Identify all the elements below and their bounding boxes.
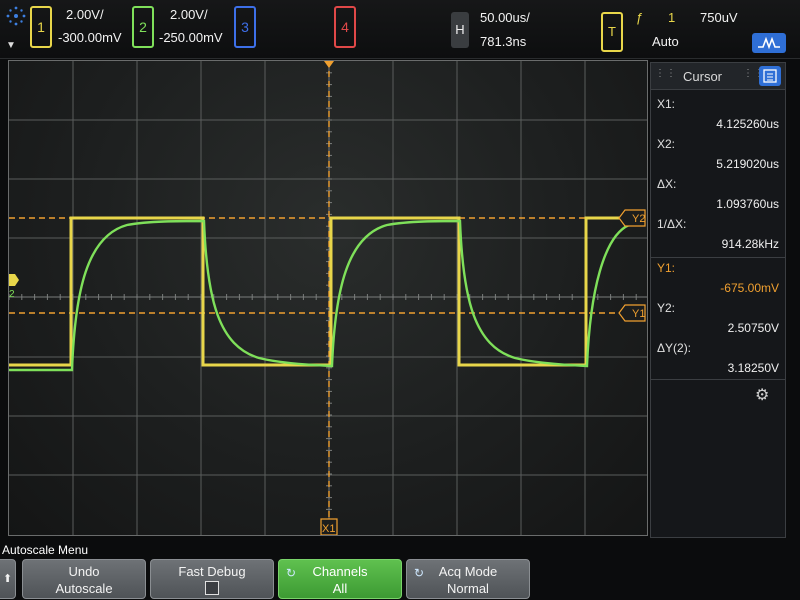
back-button[interactable]: ⬆: [0, 559, 16, 599]
softkey-label: Channels: [312, 564, 368, 579]
cursor-x2-label: X2:: [657, 137, 676, 151]
agilent-logo-icon: [6, 6, 26, 26]
fast-debug-checkbox[interactable]: [205, 581, 219, 595]
cursor-panel-header: ⋮⋮ Cursor ⋮⋮: [651, 63, 785, 90]
cursor-panel-title: Cursor: [683, 69, 723, 84]
cursor-inverse-delta-x-label: 1/ΔX:: [657, 217, 687, 231]
status-bar: ▼ 1 2.00V/ -300.00mV 2 2.00V/ -250.00mV …: [0, 0, 800, 59]
ch2-scale: 2.00V/: [170, 7, 208, 22]
cursor-y2-label: Y2:: [657, 301, 676, 315]
cursor-inverse-delta-x-value: 914.28kHz: [721, 237, 779, 251]
softkey-label: All: [332, 581, 348, 596]
svg-text:X1: X1: [322, 523, 335, 535]
svg-text:2: 2: [9, 289, 15, 300]
ch1-scale: 2.00V/: [66, 7, 104, 22]
cursor-y1-label: Y1:: [657, 261, 676, 275]
ch2-ground-marker[interactable]: 2: [9, 289, 15, 300]
cursor-x1-label: X1:: [657, 97, 676, 111]
trigger-level: 750uV: [700, 10, 738, 25]
ch1-offset: -300.00mV: [58, 30, 122, 45]
cursor-y1-flag[interactable]: Y1: [618, 304, 646, 322]
horizontal-button[interactable]: H: [451, 12, 469, 48]
softkey-label: Acq Mode: [438, 564, 498, 579]
timebase-value: 50.00us/: [480, 10, 530, 25]
cursor-x1-value: 4.125260us: [716, 117, 779, 131]
softkey-menu-title: Autoscale Menu: [2, 543, 89, 557]
trigger-waveform-icon[interactable]: [752, 33, 786, 53]
channel-2-trace: [9, 219, 640, 372]
trigger-source: 1: [668, 10, 676, 25]
trigger-button[interactable]: T: [601, 12, 623, 52]
ch2-offset: -250.00mV: [159, 30, 223, 45]
cursor-x2-value: 5.219020us: [716, 157, 779, 171]
svg-text:Y1: Y1: [632, 308, 645, 320]
panel-divider: [651, 257, 785, 258]
trigger-position-marker: [324, 61, 334, 68]
channels-all-button[interactable]: ↻ Channels All: [278, 559, 402, 599]
cursor-y2-value: 2.50750V: [727, 321, 779, 335]
channel-4-button[interactable]: 4: [334, 6, 356, 48]
softkey-label: Undo: [68, 564, 100, 579]
svg-text:Y2: Y2: [632, 213, 645, 225]
cursor-panel: ⋮⋮ Cursor ⋮⋮ X1: 4.125260us X2: 5.219020…: [650, 62, 786, 538]
undo-autoscale-button[interactable]: Undo Autoscale: [22, 559, 146, 599]
trigger-mode: Auto: [652, 34, 679, 49]
gear-icon[interactable]: ⚙: [755, 385, 769, 405]
softkey-label: Normal: [447, 581, 489, 596]
main-menu-arrow-icon[interactable]: ▼: [6, 40, 16, 51]
ch1-ground-marker[interactable]: [9, 274, 19, 286]
fast-debug-button[interactable]: Fast Debug: [150, 559, 274, 599]
cursor-delta-y-label: ΔY(2):: [657, 341, 692, 355]
horizontal-delay: 781.3ns: [480, 34, 527, 49]
softkey-label: Fast Debug: [178, 564, 246, 579]
waveform-display[interactable]: Y2 Y1 X1 2: [8, 60, 648, 536]
acq-mode-button[interactable]: ↻ Acq Mode Normal: [406, 559, 530, 599]
panel-menu-icon[interactable]: [759, 66, 781, 86]
cursor-delta-x-value: 1.093760us: [716, 197, 779, 211]
softkey-label: Autoscale: [55, 581, 113, 596]
cursor-x1-flag[interactable]: X1: [320, 518, 338, 535]
channel-3-button[interactable]: 3: [234, 6, 256, 48]
cursor-y1-value: -675.00mV: [720, 281, 779, 295]
cursor-delta-y-value: 3.18250V: [727, 361, 779, 375]
panel-divider: [651, 379, 785, 380]
up-arrow-icon: ⬆: [3, 573, 13, 585]
drag-grip-icon[interactable]: ⋮⋮: [655, 68, 677, 79]
channel-2-button[interactable]: 2: [132, 6, 154, 48]
channel-1-button[interactable]: 1: [30, 6, 52, 48]
cursor-delta-x-label: ΔX:: [657, 177, 677, 191]
trigger-slope-icon: ƒ: [636, 10, 644, 25]
cursor-y2-flag[interactable]: Y2: [618, 209, 646, 227]
